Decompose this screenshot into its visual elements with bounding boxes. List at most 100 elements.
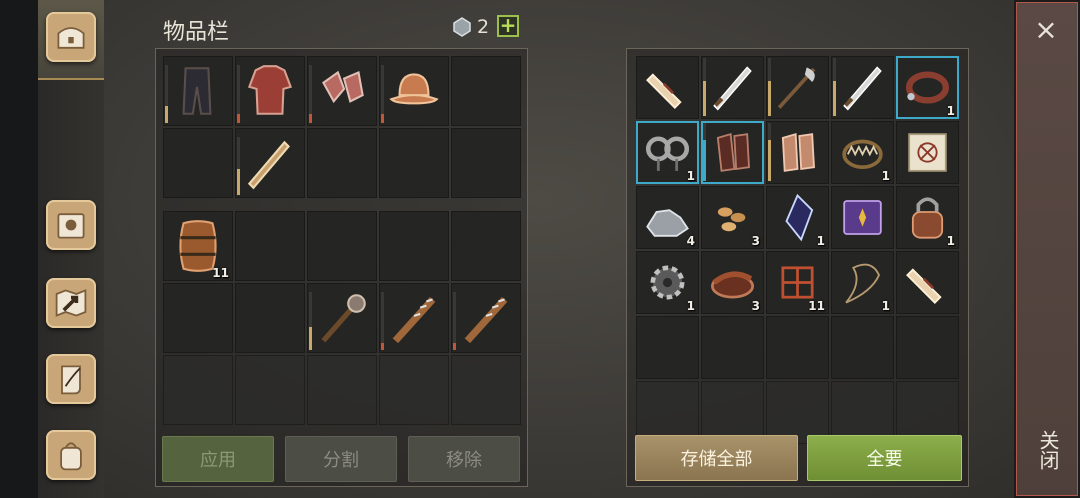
backpack-icon[interactable] [46,430,96,480]
equip_slots-slot[interactable] [451,56,521,126]
iron-helmet-icon [389,73,439,105]
storage-grid: 1 1 1 4 3 1 1 1 3 11 1 [636,56,959,444]
storage_slots-slot[interactable] [701,316,764,379]
add-gems-button[interactable]: + [497,15,519,37]
remove-button[interactable]: 移除 [408,436,520,482]
scroll-quill-icon[interactable] [46,354,96,404]
item-quantity: 3 [751,234,760,248]
item-quantity: 1 [946,234,955,248]
pack_slots-slot[interactable] [307,355,377,425]
equip_slots-slot[interactable] [163,128,233,198]
storage_slots-slot[interactable] [831,56,894,119]
item-quantity: 1 [686,169,695,183]
durability-bar [703,58,706,116]
storage_slots-slot[interactable]: 1 [831,121,894,184]
sun-book-icon[interactable] [46,200,96,250]
durability-bar [381,292,384,350]
storage_slots-slot[interactable]: 1 [636,121,699,184]
item-quantity: 3 [751,299,760,313]
pack_slots-slot[interactable] [307,283,377,353]
equip_slots-slot[interactable] [379,56,449,126]
apply-button[interactable]: 应用 [162,436,274,482]
split-button[interactable]: 分割 [285,436,397,482]
item-quantity: 11 [808,299,825,313]
pack_slots-slot[interactable] [235,283,305,353]
storage_slots-slot[interactable] [896,316,959,379]
storage_slots-slot[interactable] [701,121,764,184]
equipment-grid [163,56,521,198]
storage_slots-slot[interactable]: 1 [896,56,959,119]
durability-bar [833,58,836,116]
storage_slots-slot[interactable] [701,56,764,119]
durability-bar [703,123,706,181]
storage_slots-slot[interactable] [896,121,959,184]
pack_slots-slot[interactable]: 11 [163,211,233,281]
pack_slots-slot[interactable] [379,211,449,281]
pack_slots-slot[interactable] [163,283,233,353]
storage_slots-slot[interactable] [636,316,699,379]
equip_slots-slot[interactable] [235,56,305,126]
leather-leggings-icon [182,67,212,115]
pack_slots-slot[interactable] [451,211,521,281]
map-blueprint-icon [908,133,947,172]
pack_slots-slot[interactable] [235,355,305,425]
equip_slots-slot[interactable] [235,128,305,198]
side-navigation [38,0,104,498]
equip_slots-slot[interactable] [307,56,377,126]
chain-gloves-icon [781,132,815,172]
durability-bar [453,292,456,350]
storage_slots-slot[interactable]: 1 [636,251,699,314]
equip_slots-slot[interactable] [307,128,377,198]
item-quantity: 11 [212,266,229,280]
storage_slots-slot[interactable] [766,56,829,119]
storage_slots-slot[interactable] [831,186,894,249]
spiked-club-icon [392,296,436,344]
store-all-button[interactable]: 存储全部 [635,435,798,481]
sword-icon [843,66,882,111]
take-all-button[interactable]: 全要 [807,435,962,481]
storage_slots-slot[interactable] [766,316,829,379]
storage_slots-slot[interactable]: 3 [701,186,764,249]
item-quantity: 1 [881,169,890,183]
storage_slots-slot[interactable] [636,56,699,119]
equip_slots-slot[interactable] [379,128,449,198]
durability-bar [768,58,771,116]
pack_slots-slot[interactable] [451,355,521,425]
backpack-grid: 11 [163,211,521,425]
durability-bar [768,123,771,181]
scroll-icon [646,73,682,109]
pack_slots-slot[interactable] [379,355,449,425]
purple-book-icon [843,200,882,235]
gem-count: 2 [477,16,490,38]
storage_slots-slot[interactable]: 1 [766,186,829,249]
equip_slots-slot[interactable] [451,128,521,198]
wooden-sword-icon [247,140,291,190]
equip_slots-slot[interactable] [163,56,233,126]
storage_slots-slot[interactable]: 1 [896,186,959,249]
pack_slots-slot[interactable] [307,211,377,281]
pack_slots-slot[interactable] [379,283,449,353]
map-arrow-icon[interactable] [46,278,96,328]
pack_slots-slot[interactable] [235,211,305,281]
storage_slots-slot[interactable]: 3 [701,251,764,314]
storage_slots-slot[interactable] [896,251,959,314]
durability-bar [237,137,240,195]
storage_slots-slot[interactable] [766,121,829,184]
durability-bar [237,65,240,123]
durability-bar [381,65,384,123]
storage_slots-slot[interactable] [831,316,894,379]
item-quantity: 1 [881,299,890,313]
close-label[interactable]: 关闭 [1036,430,1060,470]
pack_slots-slot[interactable] [163,355,233,425]
durability-bar [165,65,168,123]
storage_slots-slot[interactable]: 1 [831,251,894,314]
item-quantity: 1 [686,299,695,313]
close-panel[interactable]: × 关闭 [1014,0,1080,498]
spiked-club-icon [464,296,508,344]
chest-icon[interactable] [46,12,96,62]
close-icon[interactable]: × [1032,16,1060,44]
storage_slots-slot[interactable]: 4 [636,186,699,249]
chainmail-gloves-icon [322,70,364,104]
pack_slots-slot[interactable] [451,283,521,353]
storage_slots-slot[interactable]: 11 [766,251,829,314]
